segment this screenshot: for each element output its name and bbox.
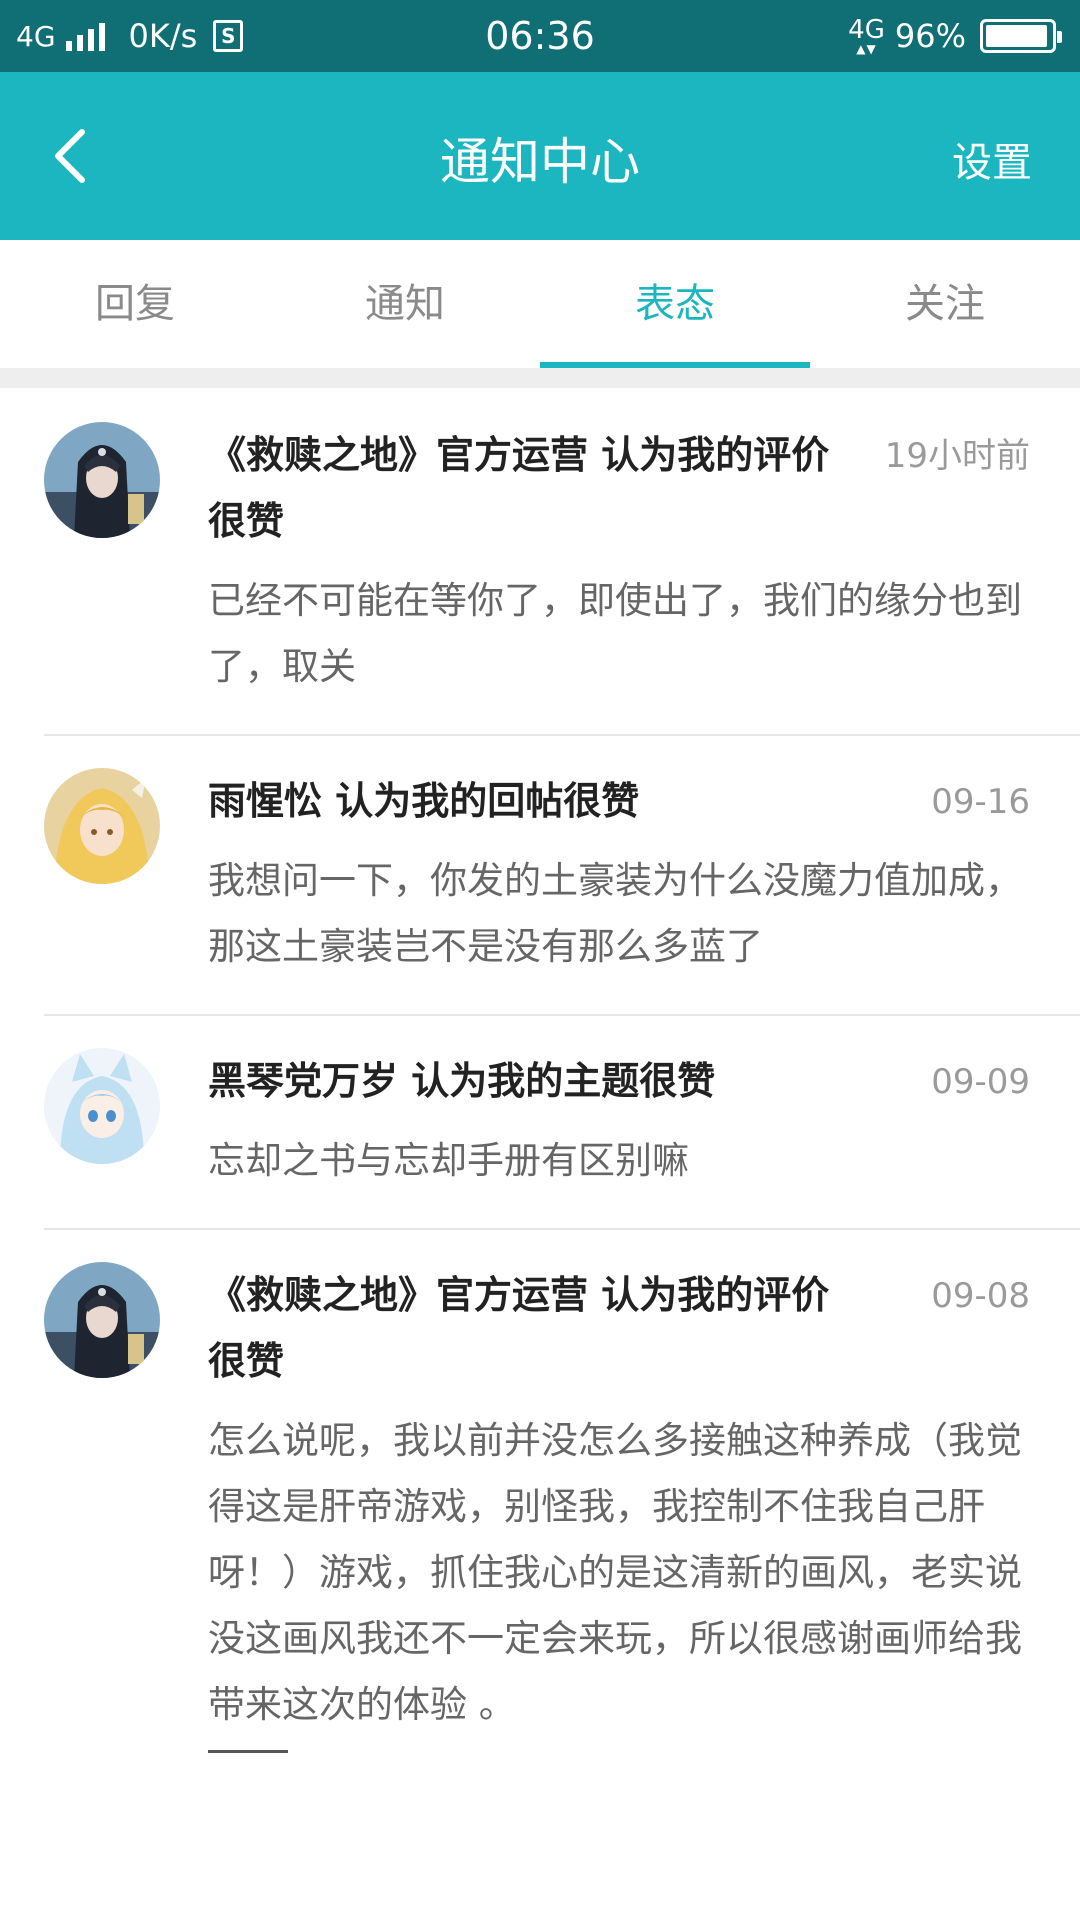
- list-item[interactable]: 《救赎之地》官方运营 认为我的评价很赞 09-08 怎么说呢，我以前并没怎么多接…: [0, 1228, 1080, 1787]
- notification-list: 《救赎之地》官方运营 认为我的评价很赞 19小时前 已经不可能在等你了，即使出了…: [0, 388, 1080, 1787]
- item-title: 《救赎之地》官方运营 认为我的评价很赞: [208, 1273, 830, 1383]
- item-body: 忘却之书与忘却手册有区别嘛: [208, 1139, 689, 1182]
- tab-reactions[interactable]: 表态: [540, 240, 810, 368]
- battery-tip: [1057, 31, 1062, 43]
- item-time: 09-08: [931, 1276, 1030, 1316]
- item-body: 怎么说呢，我以前并没怎么多接触这种养成（我觉得这是肝帝游戏，别怪我，我控制不住我…: [208, 1419, 1022, 1726]
- item-body: 已经不可能在等你了，即使出了，我们的缘分也到了，取关: [208, 579, 1022, 688]
- network-4g-label: 4G: [848, 15, 885, 45]
- hooded-character-avatar-icon: [44, 422, 160, 538]
- tab-bar: 回复 通知 表态 关注: [0, 240, 1080, 368]
- catgirl-avatar-icon: [44, 1048, 160, 1164]
- page-title: 通知中心: [440, 133, 640, 191]
- status-right: 4G ▲▼ 96%: [848, 14, 1062, 58]
- truncation-rule: [208, 1750, 288, 1753]
- battery-percent: 96%: [894, 17, 966, 55]
- tab-follows[interactable]: 关注: [810, 240, 1080, 368]
- app-header: 通知中心 设置: [0, 72, 1080, 240]
- item-body: 我想问一下，你发的土豪装为什么没魔力值加成，那这土豪装岂不是没有那么多蓝了: [208, 859, 1022, 968]
- tabs-divider: [0, 368, 1080, 388]
- tab-replies[interactable]: 回复: [0, 240, 270, 368]
- battery-fill: [986, 25, 1047, 47]
- avatar[interactable]: [44, 1048, 160, 1164]
- item-title: 《救赎之地》官方运营 认为我的评价很赞: [208, 433, 830, 543]
- list-item[interactable]: 《救赎之地》官方运营 认为我的评价很赞 19小时前 已经不可能在等你了，即使出了…: [0, 388, 1080, 734]
- network-4g-icon: 4G ▲▼: [848, 17, 885, 55]
- avatar[interactable]: [44, 1262, 160, 1378]
- avatar[interactable]: [44, 422, 160, 538]
- item-time: 19小时前: [884, 436, 1030, 476]
- blonde-girl-avatar-icon: [44, 768, 160, 884]
- tab-notifications[interactable]: 通知: [270, 240, 540, 368]
- status-bar: 4G 0K/s S 06:36 4G ▲▼ 96%: [0, 0, 1080, 72]
- list-item[interactable]: 雨惺忪 认为我的回帖很赞 09-16 我想问一下，你发的土豪装为什么没魔力值加成…: [0, 734, 1080, 1014]
- item-time: 09-16: [931, 782, 1030, 822]
- data-arrows-icon: ▲▼: [856, 42, 877, 56]
- hooded-character-avatar-icon: [44, 1262, 160, 1378]
- avatar[interactable]: [44, 768, 160, 884]
- item-time: 09-09: [931, 1062, 1030, 1102]
- list-item[interactable]: 黑琴党万岁 认为我的主题很赞 09-09 忘却之书与忘却手册有区别嘛: [0, 1014, 1080, 1228]
- battery-icon: [980, 19, 1062, 53]
- item-title: 黑琴党万岁 认为我的主题很赞: [208, 1059, 716, 1103]
- item-title: 雨惺忪 认为我的回帖很赞: [208, 779, 640, 823]
- settings-button[interactable]: 设置: [952, 130, 1032, 188]
